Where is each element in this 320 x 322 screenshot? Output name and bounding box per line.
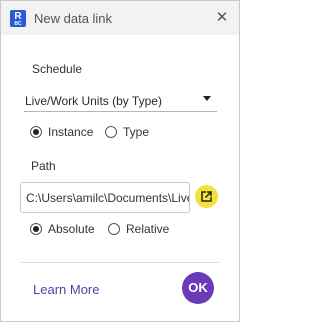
chevron-down-icon	[203, 96, 211, 101]
learn-more-link[interactable]: Learn More	[33, 282, 99, 297]
radio-instance-indicator	[30, 126, 42, 138]
radio-type[interactable]: Type	[105, 125, 155, 140]
radio-relative-indicator	[108, 223, 120, 235]
path-label: Path	[31, 159, 56, 173]
ok-button[interactable]: OK	[182, 272, 214, 304]
radio-instance[interactable]: Instance	[30, 125, 100, 140]
radio-type-label: Type	[123, 125, 150, 139]
radio-absolute-indicator	[30, 223, 42, 235]
close-icon[interactable]: ✕	[213, 9, 231, 27]
app-icon: R BC	[10, 10, 26, 27]
radio-relative-label: Relative	[126, 222, 170, 236]
radio-relative[interactable]: Relative	[108, 222, 178, 237]
external-link-icon	[201, 191, 212, 202]
radio-absolute[interactable]: Absolute	[30, 222, 100, 237]
schedule-dropdown-value: Live/Work Units (by Type)	[25, 94, 162, 108]
footer-divider	[20, 262, 220, 263]
window-title: New data link	[34, 11, 113, 26]
schedule-dropdown[interactable]: Live/Work Units (by Type)	[24, 90, 217, 112]
title-bar[interactable]: R BC New data link ✕	[1, 1, 239, 35]
open-path-button[interactable]	[195, 185, 218, 208]
radio-instance-label: Instance	[48, 125, 94, 139]
app-icon-subtext: BC	[14, 21, 22, 27]
path-input[interactable]	[20, 182, 190, 213]
schedule-label: Schedule	[32, 62, 83, 76]
radio-type-indicator	[105, 126, 117, 138]
new-data-link-dialog: R BC New data link ✕ Schedule Live/Work …	[0, 0, 240, 322]
radio-absolute-label: Absolute	[48, 222, 95, 236]
